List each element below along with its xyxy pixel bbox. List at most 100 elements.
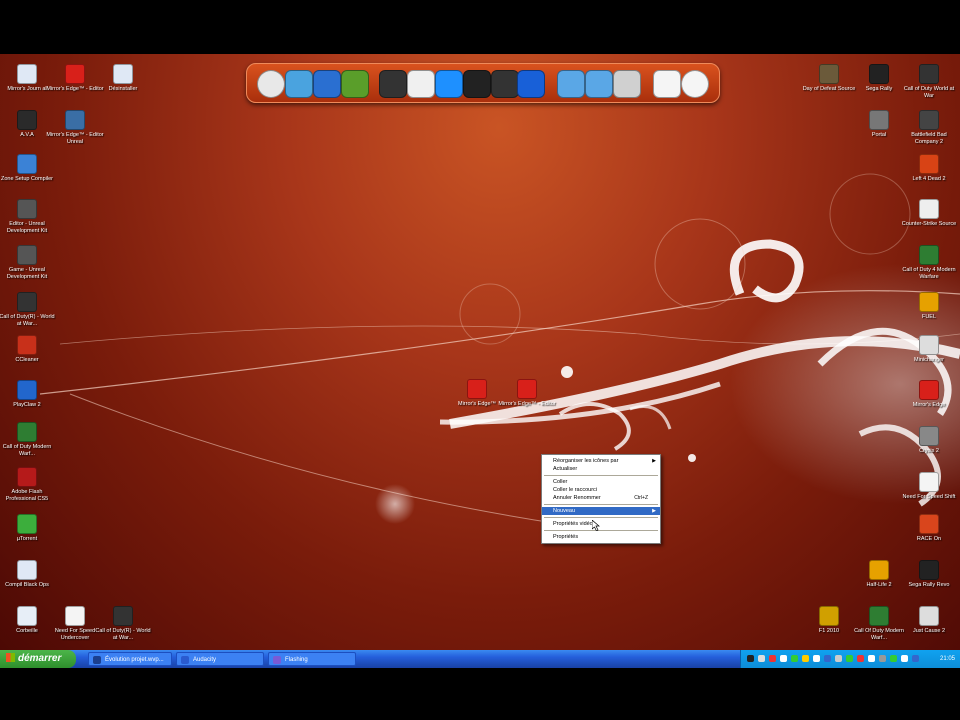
dock-wii-icon[interactable]: [407, 70, 435, 98]
desktop-icon-label: Crysis 2: [919, 448, 939, 454]
desktop-icon-label: Minichanger: [914, 357, 944, 363]
tray-icon[interactable]: [835, 655, 842, 662]
desktop-icon[interactable]: Call of Duty(R) - World at War...: [94, 606, 152, 641]
race-icon: [919, 514, 939, 534]
desktop-icon[interactable]: Call of Duty Modern Warf...: [0, 422, 56, 457]
desktop-icon[interactable]: Adobe Flash Professional CS5: [0, 467, 56, 502]
desktop-icon[interactable]: RACE On: [900, 514, 958, 543]
desktop-icon[interactable]: Mirror's Edge: [900, 380, 958, 409]
dock-messenger-icon[interactable]: [285, 70, 313, 98]
menu-separator: [544, 517, 658, 518]
desktop-icon-label: Call of Duty World at War: [903, 86, 955, 99]
clock[interactable]: 21:05: [940, 650, 955, 668]
tray-icon[interactable]: [747, 655, 754, 662]
tray-icon[interactable]: [879, 655, 886, 662]
desktop-icon[interactable]: Call of Duty World at War: [900, 64, 958, 99]
desktop-icon-label: RACE On: [916, 536, 942, 542]
dock-camera-icon[interactable]: [491, 70, 519, 98]
context-menu: Réorganiser les icônes par ▶ Actualiser C…: [541, 454, 661, 544]
menu-item-new[interactable]: Nouveau ▶: [542, 507, 660, 515]
taskbar-button[interactable]: Audacity: [176, 652, 264, 666]
dod-icon: [819, 64, 839, 84]
desktop-icon[interactable]: Minichanger: [900, 335, 958, 364]
desktop-icon[interactable]: Call of Duty 4 Modern Warfare: [900, 245, 958, 280]
menu-item-properties[interactable]: Propriétés: [542, 533, 660, 541]
tray-icon[interactable]: [846, 655, 853, 662]
dock-folder-icon[interactable]: [557, 70, 585, 98]
desktop-icon[interactable]: Game - Unreal Development Kit: [0, 245, 56, 280]
dock-steam-icon[interactable]: [379, 70, 407, 98]
tray-icon[interactable]: [780, 655, 787, 662]
desktop-icon[interactable]: Zone Setup Compiler: [0, 154, 56, 183]
desktop-icon[interactable]: Counter-Strike Source: [900, 199, 958, 228]
desktop-icon[interactable]: Just Cause 2: [900, 606, 958, 635]
mirrors-edge-icon: [65, 64, 85, 84]
task-app-icon: [273, 656, 281, 664]
dock-xbox-icon[interactable]: [341, 70, 369, 98]
tray-icon[interactable]: [857, 655, 864, 662]
cod-mw-icon: [919, 245, 939, 265]
desktop-icon[interactable]: Battlefield Bad Company 2: [900, 110, 958, 145]
desktop[interactable]: Mirror's Journ al Mirror's Edge™ - Editor…: [0, 54, 960, 668]
tray-icon[interactable]: [901, 655, 908, 662]
menu-item-arrange[interactable]: Réorganiser les icônes par ▶: [542, 457, 660, 465]
desktop-icon[interactable]: Crysis 2: [900, 426, 958, 455]
desktop-icon-label: Call of Duty Modern Warf...: [2, 444, 52, 457]
desktop-icon[interactable]: Editor - Unreal Development Kit: [0, 199, 56, 234]
menu-item-paste-shortcut[interactable]: Coller le raccourci: [542, 486, 660, 494]
cod-icon: [919, 64, 939, 84]
dock-folder-icon[interactable]: [585, 70, 613, 98]
menu-item-undo-rename[interactable]: Annuler Renommer Ctrl+Z: [542, 494, 660, 502]
cod-mw-icon: [17, 422, 37, 442]
menu-separator: [544, 475, 658, 476]
dock-itunes-icon[interactable]: [435, 70, 463, 98]
tray-icon[interactable]: [868, 655, 875, 662]
menu-item-paste[interactable]: Coller: [542, 478, 660, 486]
taskbar-button[interactable]: Évolution projet.wvp...: [88, 652, 172, 666]
tray-icon[interactable]: [791, 655, 798, 662]
desktop-icon[interactable]: Sega Rally Revo: [900, 560, 958, 589]
desktop-icon-label: Désinstaller: [108, 86, 138, 92]
menu-item-refresh[interactable]: Actualiser: [542, 465, 660, 473]
tray-icon[interactable]: [890, 655, 897, 662]
desktop-icon-label: Just Cause 2: [912, 628, 946, 634]
submenu-arrow-icon: ▶: [652, 508, 656, 514]
desktop-icon-label: Mirror's Edge™ - Editor Unreal: [46, 132, 104, 145]
desktop-icon[interactable]: Compil Black Ops: [0, 560, 56, 589]
desktop-icon[interactable]: Need For Speed Shift: [900, 472, 958, 501]
desktop-icon-label: Mirror's Edge™ - Editor: [498, 401, 556, 407]
tray-icon[interactable]: [802, 655, 809, 662]
utorrent-icon: [17, 514, 37, 534]
dock-application-icon[interactable]: [613, 70, 641, 98]
tray-icon[interactable]: [912, 655, 919, 662]
dock-power-icon[interactable]: [257, 70, 285, 98]
desktop-icon[interactable]: Mirror's Edge™ - Editor: [498, 379, 556, 408]
taskbar-button[interactable]: Flashing: [268, 652, 356, 666]
desktop-icon[interactable]: Call of Duty(R) - World at War...: [0, 292, 56, 327]
dock-internet-explorer-icon[interactable]: [313, 70, 341, 98]
desktop-icon[interactable]: Mirror's Edge™ - Editor Unreal: [46, 110, 104, 145]
playclaw-icon: [17, 380, 37, 400]
desktop-icon[interactable]: µTorrent: [0, 514, 56, 543]
desktop-icon[interactable]: Désinstaller: [94, 64, 152, 93]
desktop-icon-label: Need For Speed Shift: [902, 494, 956, 500]
dock-control-panel-icon[interactable]: [517, 70, 545, 98]
unreal-icon: [17, 199, 37, 219]
tray-icon[interactable]: [769, 655, 776, 662]
start-button[interactable]: démarrer: [0, 650, 76, 668]
desktop-icon[interactable]: PlayClaw 2: [0, 380, 56, 409]
tray-icon[interactable]: [813, 655, 820, 662]
desktop-icon[interactable]: FUEL: [900, 292, 958, 321]
dock-clock-icon[interactable]: [681, 70, 709, 98]
dock-monitor-icon[interactable]: [463, 70, 491, 98]
dock-document-icon[interactable]: [653, 70, 681, 98]
desktop-icon[interactable]: Left 4 Dead 2: [900, 154, 958, 183]
tray-icon[interactable]: [824, 655, 831, 662]
mirrors-edge-icon: [467, 379, 487, 399]
cod-icon: [113, 606, 133, 626]
tray-icon[interactable]: [758, 655, 765, 662]
editor-icon: [65, 110, 85, 130]
submenu-arrow-icon: ▶: [652, 458, 656, 464]
menu-item-display-properties[interactable]: Propriétés vidéo: [542, 520, 660, 528]
desktop-icon[interactable]: CCleaner: [0, 335, 56, 364]
